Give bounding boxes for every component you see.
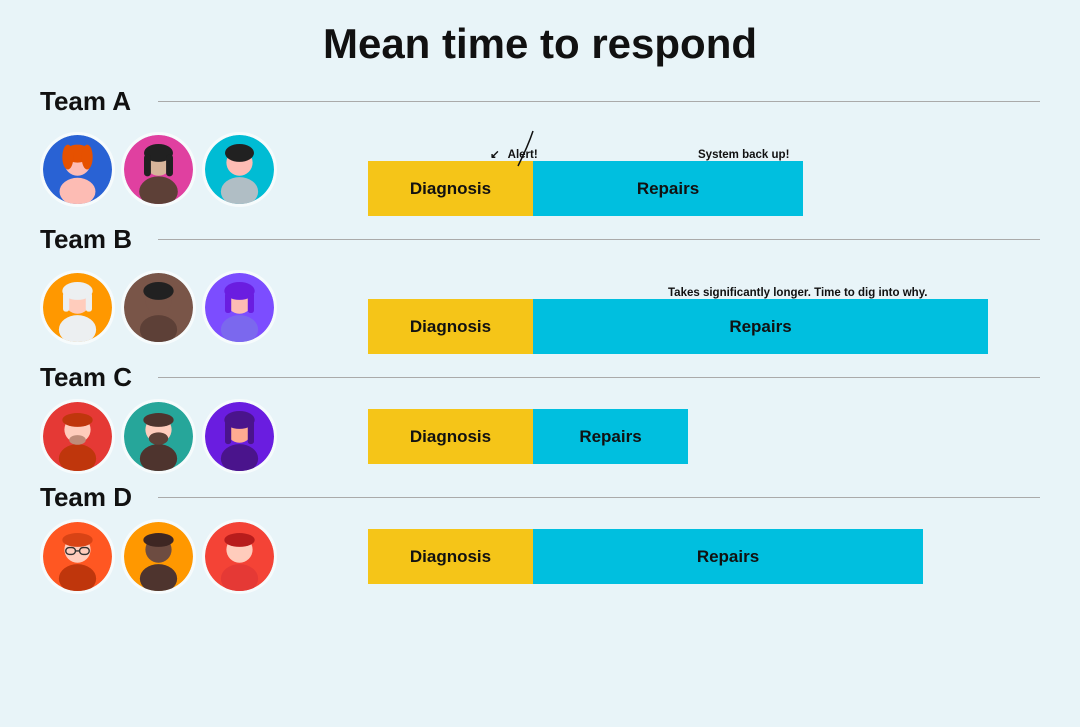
avatars-team-c [40,399,340,474]
repairs-bar-team-c: Repairs [533,409,688,464]
team-content-team-a: ↙ Alert!System back up!DiagnosisRepairs [40,123,1040,216]
bars-team-d: DiagnosisRepairs [368,529,1040,584]
bar-area-team-c: DiagnosisRepairs [368,409,1040,464]
repairs-bar-team-d: Repairs [533,529,923,584]
avatars-team-d [40,519,340,594]
avatar-team-a-0 [40,132,115,207]
bar-area-team-a: ↙ Alert!System back up!DiagnosisRepairs [368,123,1040,216]
avatar-team-d-0 [40,519,115,594]
team-divider-team-b [158,239,1040,241]
repairs-bar-team-b: Repairs [533,299,988,354]
team-divider-team-d [158,497,1040,499]
avatar-team-c-0 [40,399,115,474]
avatar-team-a-2 [202,132,277,207]
team-header-team-d: Team D [40,482,1040,513]
team-section-team-c: Team C DiagnosisRepairs [40,362,1040,474]
team-divider-team-a [158,101,1040,103]
avatars-team-a [40,132,340,207]
avatar-team-d-2 [202,519,277,594]
annotation2-team-b: Takes significantly longer. Time to dig … [668,287,927,299]
team-section-team-a: Team A ↙ Alert!System back up!DiagnosisR… [40,86,1040,216]
avatar-team-b-1 [121,270,196,345]
team-content-team-c: DiagnosisRepairs [40,399,1040,474]
bars-team-a: DiagnosisRepairs [368,161,1040,216]
bar-area-team-b: Takes significantly longer. Time to dig … [368,261,1040,354]
page-title: Mean time to respond [40,20,1040,68]
annotation1-arrow-team-a [518,131,548,166]
team-label-team-c: Team C [40,362,150,393]
team-content-team-d: DiagnosisRepairs [40,519,1040,594]
team-header-team-c: Team C [40,362,1040,393]
bar-area-team-d: DiagnosisRepairs [368,529,1040,584]
team-header-team-a: Team A [40,86,1040,117]
team-header-team-b: Team B [40,224,1040,255]
repairs-bar-team-a: Repairs [533,161,803,216]
avatar-team-b-2 [202,270,277,345]
avatar-team-d-1 [121,519,196,594]
teams-container: Team A ↙ Alert!System back up!DiagnosisR… [40,86,1040,594]
team-section-team-b: Team B Takes significantly longer. Time … [40,224,1040,354]
team-label-team-d: Team D [40,482,150,513]
annotation-area-team-b: Takes significantly longer. Time to dig … [368,261,1040,299]
avatars-team-b [40,270,340,345]
avatar-team-c-1 [121,399,196,474]
diagnosis-bar-team-c: Diagnosis [368,409,533,464]
team-section-team-d: Team D DiagnosisRepairs [40,482,1040,594]
team-label-team-b: Team B [40,224,150,255]
diagnosis-bar-team-a: Diagnosis [368,161,533,216]
page: Mean time to respond Team A ↙ Alert!Syst… [0,0,1080,727]
team-content-team-b: Takes significantly longer. Time to dig … [40,261,1040,354]
avatar-team-b-0 [40,270,115,345]
annotation-area-team-a: ↙ Alert!System back up! [368,123,1040,161]
avatar-team-c-2 [202,399,277,474]
diagnosis-bar-team-d: Diagnosis [368,529,533,584]
bars-team-c: DiagnosisRepairs [368,409,1040,464]
team-divider-team-c [158,377,1040,379]
bars-team-b: DiagnosisRepairs [368,299,1040,354]
diagnosis-bar-team-b: Diagnosis [368,299,533,354]
team-label-team-a: Team A [40,86,150,117]
annotation2-team-a: System back up! [698,149,789,161]
avatar-team-a-1 [121,132,196,207]
